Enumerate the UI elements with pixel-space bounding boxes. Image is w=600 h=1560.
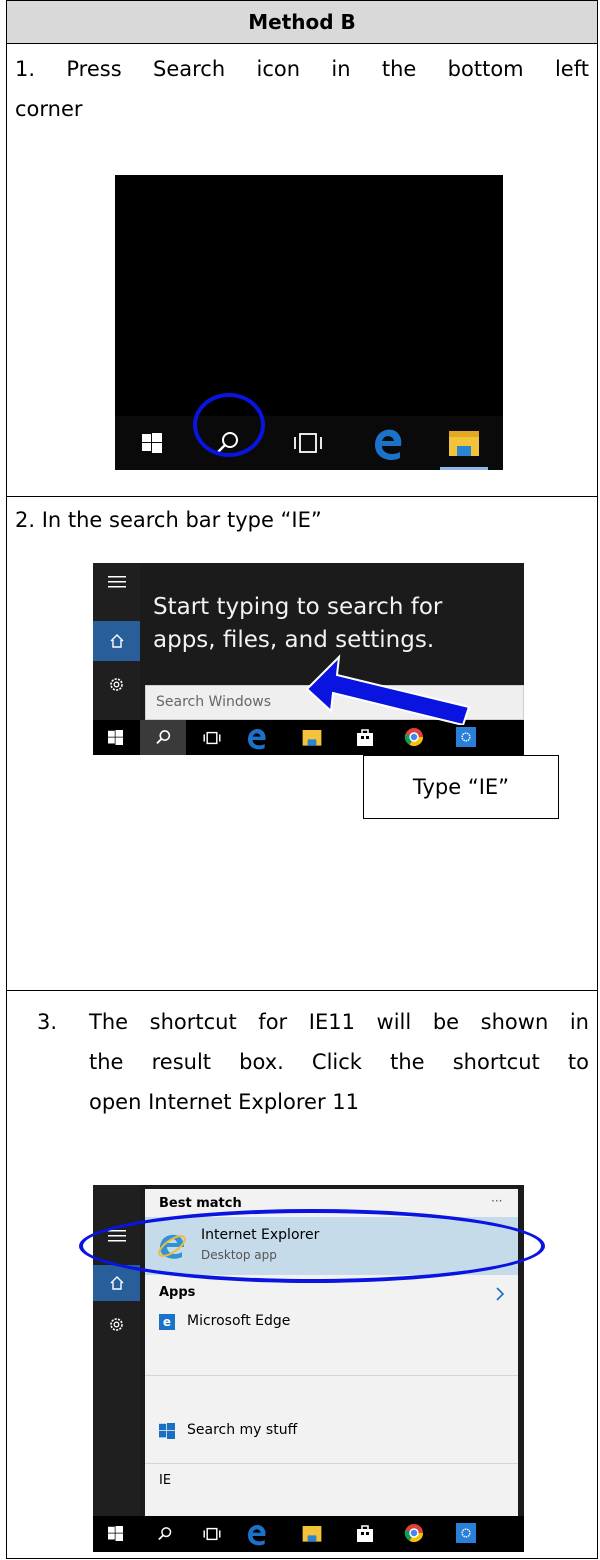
edge-icon[interactable]: [369, 425, 405, 461]
task-view-icon[interactable]: [293, 432, 323, 454]
store-icon[interactable]: [356, 727, 374, 747]
search-icon: [156, 730, 171, 745]
step-3-row: 3. The shortcut for IE11 will be shown i…: [7, 991, 597, 1560]
arrow-icon: [305, 654, 471, 725]
task-view-icon[interactable]: [203, 1527, 221, 1541]
apps-heading: Apps: [159, 1285, 196, 1300]
method-table: Method B 1. Press Search icon in the bot…: [6, 0, 598, 1559]
start-menu-screenshot: Start typing to search for apps, files, …: [93, 563, 524, 755]
edge-icon: e: [159, 1314, 175, 1330]
active-app-indicator: [440, 467, 488, 470]
file-explorer-icon[interactable]: [448, 428, 480, 458]
divider: [145, 1375, 518, 1376]
search-button[interactable]: [140, 720, 186, 755]
best-match-heading: Best match: [159, 1196, 242, 1211]
start-rail: [93, 563, 140, 720]
settings-app-icon[interactable]: [456, 727, 476, 747]
step-1-line2: corner: [15, 97, 83, 121]
chrome-icon[interactable]: [404, 727, 424, 747]
result-highlight-ellipse: [79, 1209, 545, 1283]
gear-icon[interactable]: [108, 676, 125, 693]
step-3-line2: the result box. Click the shortcut to: [89, 1050, 589, 1074]
header-title: Method B: [248, 10, 356, 34]
more-options[interactable]: ···: [491, 1194, 502, 1208]
windows-icon: [159, 1423, 175, 1439]
search-my-stuff[interactable]: Search my stuff: [145, 1417, 518, 1445]
hamburger-icon[interactable]: [108, 575, 126, 589]
step-2-row: 2. In the search bar type “IE” Start typ: [7, 497, 597, 991]
windows-icon[interactable]: [108, 1526, 123, 1541]
divider: [145, 1463, 518, 1464]
home-tab[interactable]: [93, 1265, 140, 1301]
type-ie-callout: Type “IE”: [363, 755, 559, 819]
windows-icon[interactable]: [142, 433, 162, 453]
taskbar: [115, 416, 503, 470]
step-2-text: 2. In the search bar type “IE”: [15, 508, 322, 532]
step-1-row: 1. Press Search icon in the bottom left …: [7, 44, 597, 497]
step-3-number: 3.: [37, 1010, 58, 1034]
gear-icon: [461, 732, 471, 742]
search-query[interactable]: IE: [159, 1473, 171, 1488]
store-icon[interactable]: [356, 1523, 374, 1543]
search-prompt-line1: Start typing to search for: [153, 594, 443, 620]
gear-icon[interactable]: [108, 1316, 125, 1333]
search-results-screenshot: Best match ··· Internet Explorer Desktop…: [79, 1185, 545, 1552]
taskbar-screenshot: [115, 175, 503, 470]
search-my-stuff-label: Search my stuff: [187, 1422, 298, 1438]
step-3-line3: open Internet Explorer 11: [89, 1090, 359, 1114]
task-view-icon[interactable]: [203, 731, 221, 745]
edge-icon[interactable]: [244, 1522, 268, 1546]
step-1-line1: 1. Press Search icon in the bottom left: [15, 57, 589, 81]
search-highlight-circle: [193, 393, 265, 457]
windows-icon[interactable]: [108, 730, 123, 745]
search-icon[interactable]: [157, 1526, 173, 1542]
home-tab[interactable]: [93, 621, 140, 661]
settings-app-icon[interactable]: [456, 1523, 476, 1543]
file-explorer-icon[interactable]: [302, 728, 322, 747]
home-icon: [110, 1276, 124, 1290]
chevron-right-icon[interactable]: [495, 1287, 505, 1301]
chrome-icon[interactable]: [404, 1523, 424, 1543]
step-3-line1: The shortcut for IE11 will be shown in: [89, 1010, 589, 1034]
result-microsoft-edge[interactable]: e Microsoft Edge: [145, 1307, 518, 1337]
home-icon: [110, 634, 124, 648]
gear-icon: [461, 1528, 471, 1538]
search-prompt: Start typing to search for apps, files, …: [153, 591, 442, 657]
file-explorer-icon[interactable]: [302, 1524, 322, 1543]
taskbar: [93, 1516, 524, 1552]
table-header: Method B: [7, 1, 597, 44]
taskbar: [93, 720, 524, 755]
result-edge-label: Microsoft Edge: [187, 1313, 291, 1329]
edge-icon[interactable]: [244, 726, 268, 750]
